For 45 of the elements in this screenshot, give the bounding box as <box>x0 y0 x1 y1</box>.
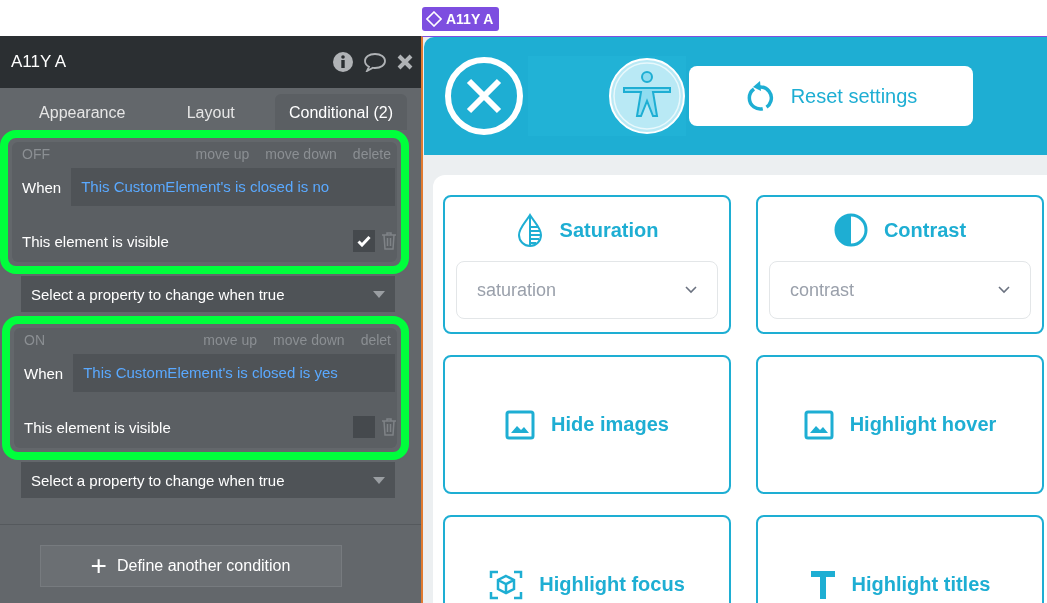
image-icon <box>803 409 834 440</box>
element-badge: A11Y A <box>422 7 500 31</box>
chevron-icon <box>998 286 1010 294</box>
tab[interactable]: Appearance <box>18 94 147 130</box>
tile-title: Saturation <box>559 218 659 242</box>
when-label: When <box>24 364 64 382</box>
setting-tile[interactable]: Highlight hover <box>756 355 1044 494</box>
panel-title: A11Y A <box>11 52 68 72</box>
checkbox[interactable] <box>353 230 375 252</box>
dropdown-field[interactable]: saturation <box>456 261 718 319</box>
close-icon[interactable] <box>397 54 413 70</box>
reset-settings-button[interactable]: Reset settings <box>689 66 973 126</box>
contrast-icon <box>833 213 868 247</box>
setting-tile[interactable]: Highlight focus <box>443 515 731 603</box>
tile-title: Hide images <box>551 413 669 436</box>
expression-field[interactable]: This CustomElement's is closed is no <box>71 168 395 206</box>
tile-title: Highlight hover <box>849 413 997 436</box>
caret-icon <box>373 290 385 298</box>
info-icon[interactable] <box>333 52 353 72</box>
image-icon <box>505 409 536 440</box>
droplet-icon <box>515 213 544 247</box>
dropdown-field[interactable]: contrast <box>769 261 1031 319</box>
define-condition-button[interactable]: + Define another condition <box>39 545 342 587</box>
comment-icon[interactable] <box>363 52 387 72</box>
property-label: This element is visible <box>24 418 172 436</box>
tile-title: Highlight focus <box>539 573 685 596</box>
tab[interactable]: Layout <box>146 94 275 130</box>
chevron-icon <box>685 286 697 294</box>
cube-focus-icon <box>489 569 524 600</box>
tile-title: Contrast <box>883 218 967 242</box>
property-dropdown[interactable]: Select a property to change when true <box>21 462 395 498</box>
checkmark-icon <box>357 235 371 247</box>
setting-tile[interactable]: Saturation saturation <box>443 195 731 334</box>
setting-tile[interactable]: Highlight titles <box>756 515 1044 603</box>
tab[interactable]: Conditional (2) <box>275 94 407 130</box>
tile-title: Highlight titles <box>851 573 991 596</box>
diamond-icon <box>426 11 442 27</box>
caret-icon <box>373 476 385 484</box>
setting-tile[interactable]: Hide images <box>443 355 731 494</box>
property-label: This element is visible <box>22 232 170 250</box>
text-icon <box>809 569 836 600</box>
when-label: When <box>22 178 62 196</box>
property-dropdown[interactable]: Select a property to change when true <box>21 276 395 312</box>
setting-tile[interactable]: Contrast contrast <box>756 195 1044 334</box>
expression-field[interactable]: This CustomElement's is closed is yes <box>73 354 395 392</box>
